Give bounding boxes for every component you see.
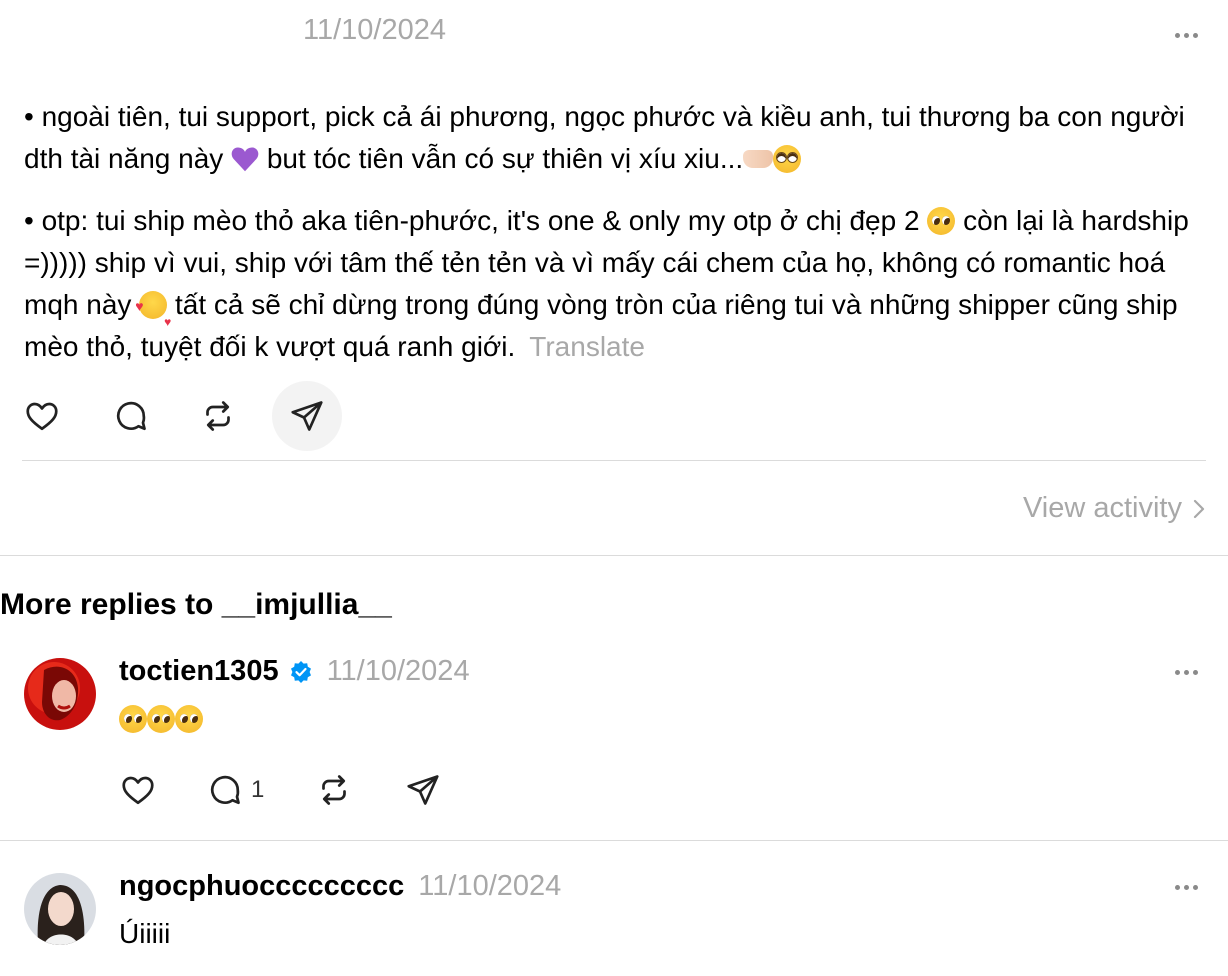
chevron-right-icon: [1193, 499, 1205, 518]
repost-icon: [322, 775, 346, 805]
eye-roll-emoji: [773, 145, 802, 173]
pleading-face-emoji: [119, 705, 147, 733]
post-body: • ngoài tiên, tui support, pick cả ái ph…: [24, 96, 1214, 388]
comment-icon: [116, 401, 146, 431]
post-paragraph-2: • otp: tui ship mèo thỏ aka tiên-phước, …: [24, 200, 1214, 368]
translate-link[interactable]: Translate: [529, 331, 645, 362]
pleading-face-emoji: [175, 705, 203, 733]
share-button[interactable]: [289, 398, 325, 434]
avatar-image-portrait: [24, 873, 96, 945]
view-activity-link[interactable]: View activity: [1023, 492, 1206, 525]
post-date: 11/10/2024: [303, 14, 446, 46]
more-icon: [1174, 669, 1180, 675]
reply-username[interactable]: ngocphuoccccccccc: [119, 870, 404, 903]
section-divider: [0, 555, 1228, 556]
reply-header: toctien1305 11/10/2024: [119, 655, 470, 688]
view-activity-label: View activity: [1022, 492, 1182, 524]
share-icon: [407, 775, 439, 805]
reply-text: Úiiiii: [119, 918, 171, 949]
avatar-image-red: [24, 658, 96, 730]
smiling-face-hearts-emoji: [135, 285, 171, 343]
reply-header: ngocphuoccccccccc 11/10/2024: [119, 870, 561, 903]
avatar[interactable]: [24, 658, 96, 730]
heart-icon: [26, 402, 58, 431]
like-button[interactable]: [24, 398, 60, 434]
comment-count: 1: [251, 776, 265, 803]
repost-button[interactable]: [200, 398, 236, 434]
pointing-hand-emoji: [743, 150, 774, 168]
more-replies-heading: More replies to __imjullia__: [0, 588, 392, 621]
reply-comment-button[interactable]: 1: [207, 772, 264, 808]
reply-share-button[interactable]: [405, 772, 441, 808]
reply-like-button[interactable]: [120, 772, 156, 808]
reply-date: 11/10/2024: [326, 655, 470, 687]
comment-button[interactable]: [113, 398, 149, 434]
pleading-face-emoji: [147, 705, 175, 733]
post-text-2a: • otp: tui ship mèo thỏ aka tiên-phước, …: [24, 205, 920, 236]
post-more-button[interactable]: [1166, 20, 1206, 50]
reply-date: 11/10/2024: [418, 870, 562, 902]
more-icon: [1174, 32, 1180, 38]
reply-username[interactable]: toctien1305: [119, 655, 279, 688]
post-divider: [22, 460, 1206, 461]
reply-emoji-text: [119, 705, 203, 733]
post-paragraph-1: • ngoài tiên, tui support, pick cả ái ph…: [24, 96, 1214, 180]
post-text-1b: but tóc tiên vẫn có sự thiên vị xíu xiu.…: [266, 143, 744, 174]
pleading-face-emoji: [927, 207, 956, 235]
verified-badge-icon: [290, 660, 311, 683]
repost-icon: [206, 401, 230, 431]
reply-divider: [0, 840, 1228, 841]
reply-more-button[interactable]: [1166, 872, 1206, 902]
reply-more-button[interactable]: [1166, 657, 1206, 687]
avatar[interactable]: [24, 873, 96, 945]
comment-icon: [210, 775, 240, 805]
heart-icon: [122, 776, 154, 805]
more-icon: [1174, 884, 1180, 890]
share-icon: [291, 401, 323, 431]
reply-repost-button[interactable]: [316, 772, 352, 808]
purple-heart-emoji: [231, 147, 259, 172]
